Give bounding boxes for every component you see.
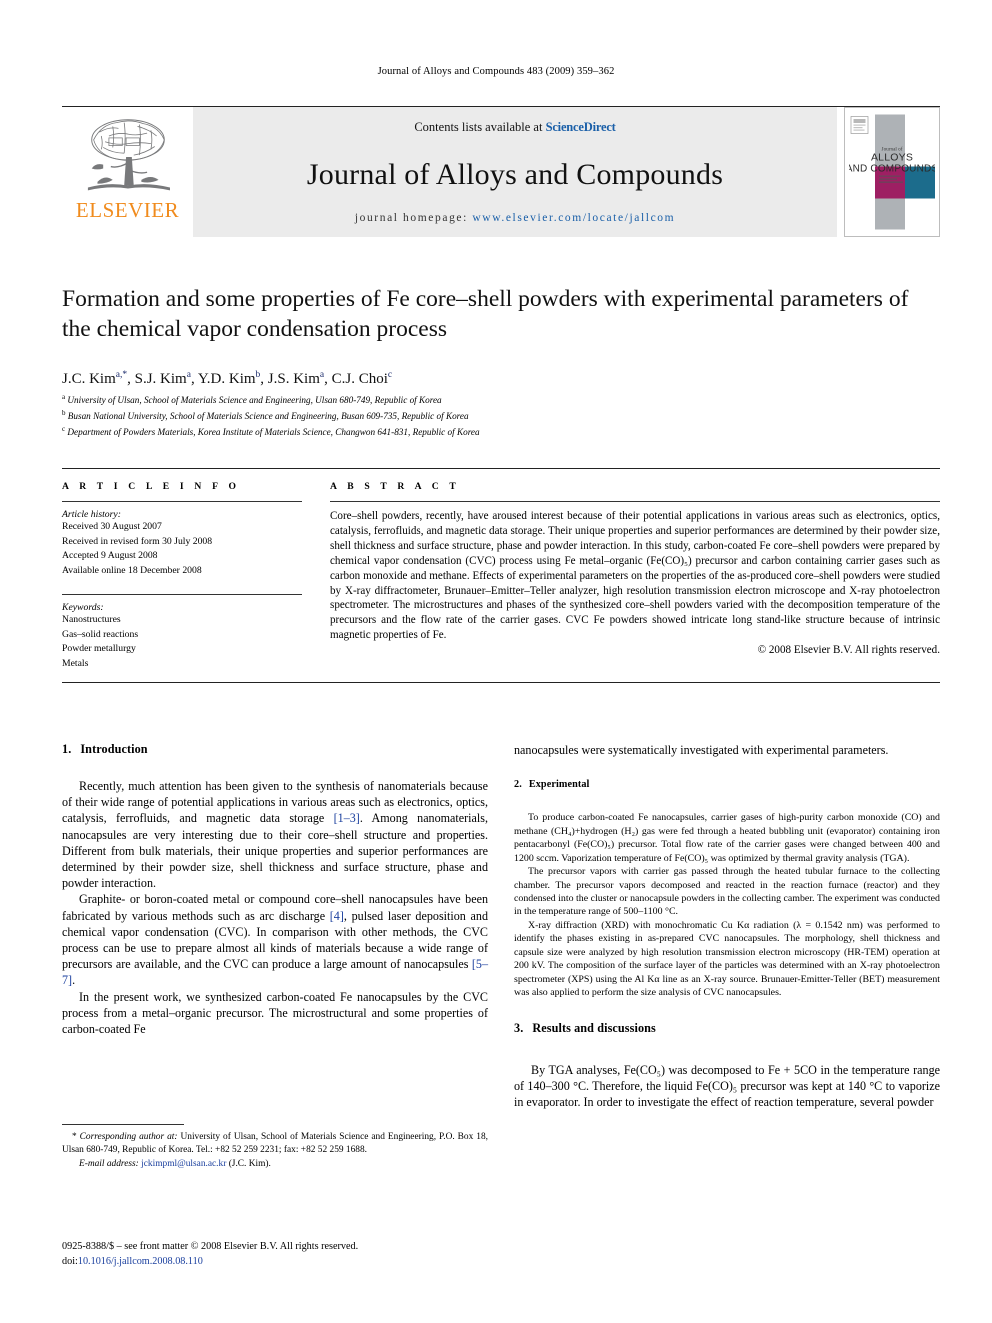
running-head: Journal of Alloys and Compounds 483 (200… [377,66,615,77]
paragraph: By TGA analyses, Fe(CO₅) was decomposed … [514,1062,940,1110]
email-label: E-mail address: [79,1158,139,1169]
journal-banner: Contents lists available at ScienceDirec… [193,107,837,237]
paragraph: The precursor vapors with carrier gas pa… [514,866,940,918]
elsevier-logo: ELSEVIER [62,107,193,237]
article-history-item: Received in revised form 30 July 2008 [62,535,213,547]
homepage-url-link[interactable]: www.elsevier.com/locate/jallcom [472,212,675,224]
section-heading-results: 3. Results and discussions [514,1021,940,1036]
affiliation-list: a University of Ulsan, School of Materia… [62,392,942,440]
affiliation-marker: b [62,408,66,417]
paragraph: X-ray diffraction (XRD) with monochromat… [514,919,940,999]
info-abstract-band: A R T I C L E I N F O Article history: R… [62,468,940,683]
corresponding-author-label: Corresponding author at: [79,1132,178,1142]
citation-ref[interactable]: [1–3] [334,811,360,825]
issn-copyright-block: 0925-8388/$ – see front matter © 2008 El… [62,1240,532,1270]
corresponding-author-note: * Corresponding author at: University of… [62,1131,488,1158]
keywords-divider [62,593,302,595]
section-heading-introduction: 1. Introduction [62,742,488,757]
elsevier-wordmark: ELSEVIER [75,198,180,222]
abstract-copyright: © 2008 Elsevier B.V. All rights reserved… [757,644,940,657]
paragraph-continuation: nanocapsules were systematically investi… [514,743,889,757]
article-info-column: A R T I C L E I N F O Article history: R… [62,481,302,672]
paragraph: Recently, much attention has been given … [62,778,488,891]
svg-text:ALLOYS: ALLOYS [871,152,913,164]
article-history-item: Received 30 August 2007 [62,521,162,532]
affiliation-item: a University of Ulsan, School of Materia… [62,392,942,408]
section-heading-experimental: 2. Experimental [514,779,940,790]
paragraph: In the present work, we synthesized carb… [62,989,488,1037]
article-history-label: Article history: [62,509,121,520]
journal-homepage-line: journal homepage: www.elsevier.com/locat… [193,212,837,224]
keyword-item: Gas–solid reactions [62,628,139,640]
journal-masthead: ELSEVIER Contents lists available at Sci… [62,106,940,237]
affiliation-text: Busan National University, School of Mat… [67,411,469,422]
section-title: Experimental [528,779,590,791]
section-number: 2. [514,779,522,791]
issn-line: 0925-8388/$ – see front matter © 2008 El… [62,1241,359,1252]
affiliation-marker: a [62,393,66,401]
abstract-column: A B S T R A C T Core–shell powders, rece… [330,481,940,672]
contents-available-line: Contents lists available at ScienceDirec… [193,120,837,135]
article-body: 1. Introduction Recently, much attention … [62,742,940,1262]
author-list: J.C. Kima,*, S.J. Kima, Y.D. Kimb, J.S. … [62,370,942,388]
body-column-left: 1. Introduction Recently, much attention … [62,742,488,1262]
article-info-divider [62,501,302,502]
paragraph-part: . [72,973,76,988]
contents-prefix: Contents lists available at [414,120,546,134]
article-info-heading: A R T I C L E I N F O [62,481,241,492]
authors-text: J.C. Kima,*, S.J. Kima, Y.D. Kimb, J.S. … [62,370,393,387]
article-history-item: Available online 18 December 2008 [62,565,202,577]
footnote-block: * Corresponding author at: University of… [62,1124,488,1171]
footnote-star-marker: * [72,1132,77,1142]
elsevier-tree-icon [87,119,170,191]
journal-cover-art: Journal of ALLOYS AND COMPOUNDS [846,114,938,230]
journal-cover-thumbnail[interactable]: Journal of ALLOYS AND COMPOUNDS [844,107,940,237]
body-column-right: nanocapsules were systematically investi… [514,742,940,1262]
doi-link[interactable]: 10.1016/j.jallcom.2008.08.110 [78,1256,203,1267]
keyword-item: Nanostructures [62,613,121,625]
section-number: 1. [62,742,72,756]
paragraph: Graphite- or boron-coated metal or compo… [62,891,488,988]
homepage-prefix: journal homepage: [354,212,473,224]
section-title: Introduction [80,742,148,756]
email-link[interactable]: jckimpml@ulsan.ac.kr [141,1159,226,1169]
article-title: Formation and some properties of Fe core… [62,286,909,343]
affiliation-item: c Department of Powders Materials, Korea… [62,424,942,440]
footnote-divider [62,1124,184,1125]
affiliation-item: b Busan National University, School of M… [62,408,942,424]
keyword-item: Metals [62,658,89,670]
abstract-heading: A B S T R A C T [330,481,460,492]
doi-line: doi:10.1016/j.jallcom.2008.08.110 [62,1255,532,1270]
affiliation-text: Department of Powders Materials, Korea I… [67,427,480,437]
doi-label: doi: [62,1255,78,1267]
journal-title: Journal of Alloys and Compounds [306,157,724,191]
email-suffix: (J.C. Kim). [226,1158,271,1169]
citation-ref[interactable]: [4] [330,909,344,923]
affiliation-text: University of Ulsan, School of Materials… [67,395,442,406]
abstract-divider [330,501,940,502]
keywords-label: Keywords: [62,601,104,613]
sciencedirect-link[interactable]: ScienceDirect [546,120,616,134]
keyword-item: Powder metallurgy [62,643,136,655]
paragraph: To produce carbon-coated Fe nanocapsules… [514,812,940,864]
email-note: E-mail address: jckimpml@ulsan.ac.kr (J.… [62,1158,488,1171]
affiliation-marker: c [62,424,66,433]
section-title: Results and discussions [532,1020,656,1035]
svg-text:AND COMPOUNDS: AND COMPOUNDS [849,164,935,175]
abstract-text: Core–shell powders, recently, have arous… [330,510,940,642]
section-number: 3. [514,1020,524,1035]
article-history-item: Accepted 9 August 2008 [62,550,158,562]
